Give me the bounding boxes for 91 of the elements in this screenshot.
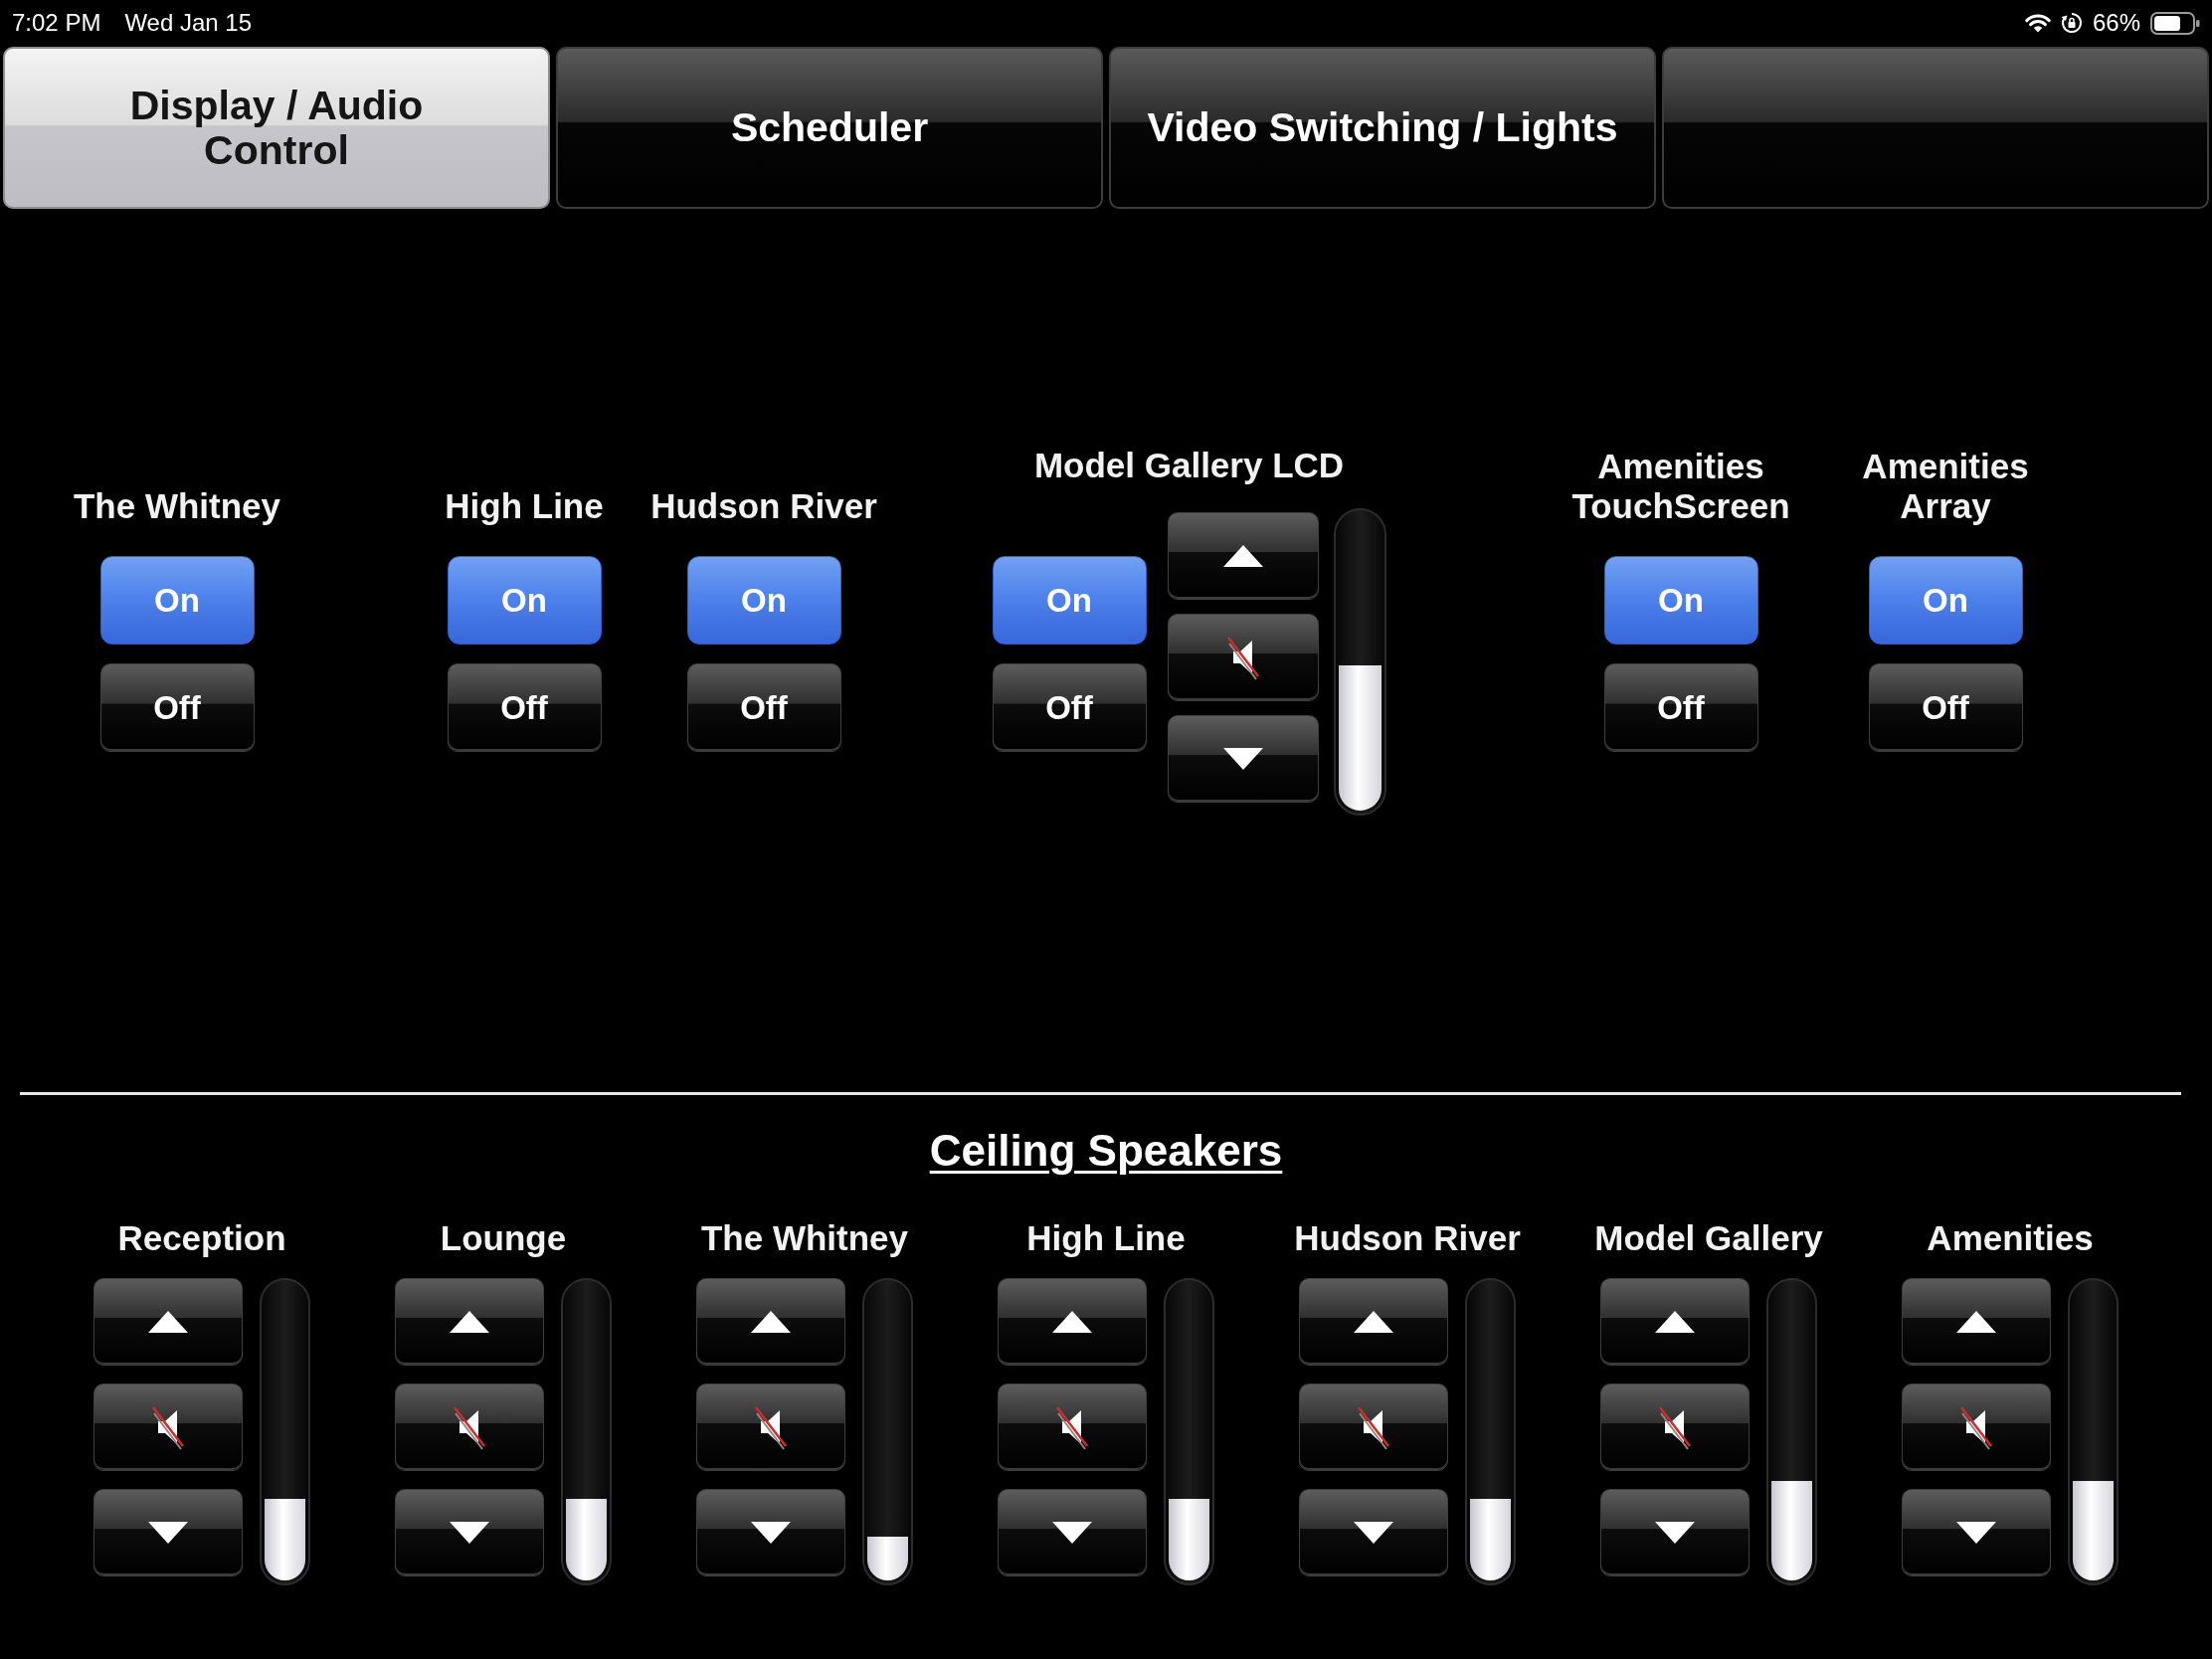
muted-speaker-icon	[1355, 1404, 1392, 1450]
muted-speaker-icon	[1656, 1404, 1694, 1450]
volume-up-button[interactable]	[1600, 1278, 1750, 1366]
up-triangle-icon	[751, 1311, 791, 1333]
down-triangle-icon	[450, 1522, 489, 1544]
zone-label: High Line	[1026, 1218, 1186, 1258]
mute-button[interactable]	[395, 1383, 544, 1471]
volume-slider[interactable]	[1465, 1278, 1516, 1585]
up-triangle-icon	[148, 1311, 188, 1333]
up-triangle-icon	[1052, 1311, 1092, 1333]
on-button[interactable]: On	[447, 556, 602, 645]
tab[interactable]: Video Switching / Lights	[1109, 47, 1656, 209]
volume-up-button[interactable]	[696, 1278, 845, 1366]
volume-down-button[interactable]	[696, 1489, 845, 1576]
zone-label: Amenities	[1927, 1218, 2094, 1258]
down-triangle-icon	[1956, 1522, 1996, 1544]
down-triangle-icon	[1655, 1522, 1695, 1544]
mute-button[interactable]	[1299, 1383, 1448, 1471]
mute-button[interactable]	[998, 1383, 1147, 1471]
up-triangle-icon	[450, 1311, 489, 1333]
display-label: Amenities TouchScreen	[1571, 447, 1790, 526]
off-button[interactable]: Off	[1868, 663, 2023, 752]
up-triangle-icon	[1222, 545, 1263, 567]
down-triangle-icon	[1222, 748, 1263, 770]
down-triangle-icon	[1354, 1522, 1393, 1544]
volume-up-button[interactable]	[1902, 1278, 2051, 1366]
section-title: Ceiling Speakers	[929, 1126, 1283, 1176]
zone-label: Lounge	[440, 1218, 567, 1258]
on-button[interactable]: On	[1868, 556, 2023, 645]
off-button[interactable]: Off	[447, 663, 602, 752]
off-button[interactable]: Off	[1603, 663, 1758, 752]
mute-button[interactable]	[1902, 1383, 2051, 1471]
display-label: Hudson River	[650, 486, 877, 526]
up-triangle-icon	[1956, 1311, 1996, 1333]
on-button[interactable]: On	[1603, 556, 1758, 645]
volume-slider[interactable]	[1333, 508, 1386, 816]
status-date: Wed Jan 15	[124, 8, 253, 38]
volume-up-button[interactable]	[1299, 1278, 1448, 1366]
muted-speaker-icon	[1053, 1404, 1091, 1450]
wifi-icon	[2024, 13, 2051, 33]
volume-slider[interactable]	[1164, 1278, 1214, 1585]
muted-speaker-icon	[451, 1404, 488, 1450]
zone-label: Reception	[117, 1218, 286, 1258]
muted-speaker-icon	[149, 1404, 187, 1450]
off-button[interactable]: Off	[992, 663, 1147, 752]
volume-slider[interactable]	[862, 1278, 913, 1585]
volume-up-button[interactable]	[93, 1278, 243, 1366]
display-label: Amenities Array	[1862, 447, 2029, 526]
volume-down-button[interactable]	[395, 1489, 544, 1576]
mute-button[interactable]	[1167, 614, 1319, 701]
volume-slider[interactable]	[1766, 1278, 1817, 1585]
tab[interactable]	[1662, 47, 2209, 209]
down-triangle-icon	[1052, 1522, 1092, 1544]
volume-down-button[interactable]	[998, 1489, 1147, 1576]
tab[interactable]: Scheduler	[556, 47, 1103, 209]
volume-down-button[interactable]	[1167, 715, 1319, 803]
rotation-lock-icon	[2060, 12, 2083, 34]
zone-label: Hudson River	[1294, 1218, 1521, 1258]
on-button[interactable]: On	[99, 556, 255, 645]
display-label: The Whitney	[73, 486, 281, 526]
mute-button[interactable]	[696, 1383, 845, 1471]
up-triangle-icon	[1354, 1311, 1393, 1333]
zone-label: The Whitney	[700, 1218, 909, 1258]
battery-icon	[2150, 11, 2200, 35]
on-button[interactable]: On	[686, 556, 841, 645]
volume-down-button[interactable]	[1600, 1489, 1750, 1576]
off-button[interactable]: Off	[99, 663, 255, 752]
tab[interactable]: Display / Audio Control	[3, 47, 550, 209]
display-label: High Line	[445, 486, 604, 526]
on-button[interactable]: On	[992, 556, 1147, 645]
down-triangle-icon	[751, 1522, 791, 1544]
muted-speaker-icon	[1957, 1404, 1995, 1450]
volume-down-button[interactable]	[1902, 1489, 2051, 1576]
mute-button[interactable]	[1600, 1383, 1750, 1471]
volume-up-button[interactable]	[1167, 512, 1319, 600]
volume-slider[interactable]	[2068, 1278, 2119, 1585]
mute-button[interactable]	[93, 1383, 243, 1471]
off-button[interactable]: Off	[686, 663, 841, 752]
status-time: 7:02 PM	[12, 8, 101, 38]
volume-slider[interactable]	[561, 1278, 612, 1585]
down-triangle-icon	[148, 1522, 188, 1544]
up-triangle-icon	[1655, 1311, 1695, 1333]
muted-speaker-icon	[752, 1404, 790, 1450]
display-label: Model Gallery LCD	[1033, 446, 1345, 485]
volume-down-button[interactable]	[1299, 1489, 1448, 1576]
zone-label: Model Gallery	[1594, 1218, 1823, 1258]
volume-down-button[interactable]	[93, 1489, 243, 1576]
volume-up-button[interactable]	[395, 1278, 544, 1366]
volume-up-button[interactable]	[998, 1278, 1147, 1366]
volume-slider[interactable]	[260, 1278, 310, 1585]
battery-percentage: 66%	[2092, 8, 2140, 38]
